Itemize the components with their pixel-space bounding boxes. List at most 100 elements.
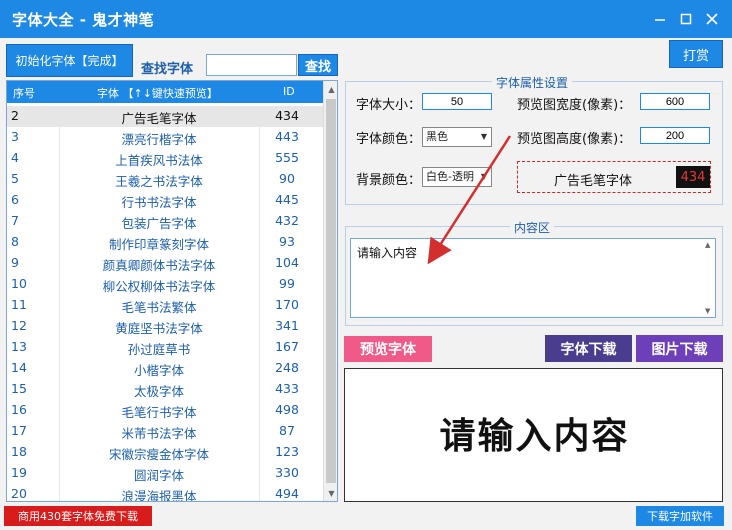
scroll-thumb[interactable]	[326, 99, 336, 483]
title-bar: 字体大全 - 鬼才神笔	[0, 0, 732, 38]
table-row[interactable]: 19 圆润字体 330	[7, 463, 323, 484]
table-row[interactable]: 13 孙过庭草书 167	[7, 337, 323, 358]
font-size-label: 字体大小：	[356, 98, 422, 113]
promo-download-button[interactable]: 商用430套字体免费下载	[4, 506, 152, 526]
preview-width-input[interactable]	[640, 93, 710, 110]
table-row[interactable]: 18 宋徽宗瘦金体字体 123	[7, 442, 323, 463]
content-text: 请输入内容	[357, 246, 418, 260]
row-index: 11	[11, 297, 27, 312]
row-font-name: 太极字体	[133, 384, 184, 399]
font-color-select[interactable]: 黑色 ▼	[422, 127, 492, 147]
row-font-name: 黄庭坚书法字体	[115, 321, 203, 336]
table-row[interactable]: 6 行书书法字体 445	[7, 190, 323, 211]
list-scrollbar[interactable]: ▲ ▼	[323, 81, 337, 501]
search-input[interactable]	[206, 54, 297, 76]
preview-height-input[interactable]	[640, 127, 710, 144]
row-font-name: 包装广告字体	[121, 216, 197, 231]
row-font-id: 167	[275, 339, 299, 354]
content-textarea[interactable]: 请输入内容 ▲ ▼	[350, 238, 716, 318]
search-button[interactable]: 查找	[298, 54, 338, 76]
scroll-up-icon[interactable]: ▲	[705, 241, 710, 249]
row-font-id: 99	[279, 276, 295, 291]
row-font-name: 孙过庭草书	[127, 342, 191, 357]
row-font-name: 颜真卿颜体书法字体	[102, 258, 216, 273]
row-font-name: 圆润字体	[133, 468, 184, 483]
table-row[interactable]: 10 柳公权柳体书法字体 99	[7, 274, 323, 295]
content-group-title: 内容区	[510, 219, 555, 236]
row-index: 9	[11, 255, 19, 270]
font-size-input[interactable]	[422, 93, 492, 110]
row-font-id: 434	[275, 108, 299, 123]
font-color-value: 黑色	[426, 130, 448, 143]
bg-color-select[interactable]: 白色-透明 ▼	[422, 167, 492, 187]
row-font-name: 上首疾风书法体	[115, 153, 203, 168]
content-scrollbar[interactable]: ▲ ▼	[703, 239, 715, 317]
row-font-name: 王羲之书法字体	[115, 174, 203, 189]
search-label: 查找字体	[141, 62, 194, 77]
table-row[interactable]: 17 米芾书法字体 87	[7, 421, 323, 442]
table-row[interactable]: 2 广告毛笔字体 434	[7, 106, 323, 127]
row-font-id: 123	[275, 444, 299, 459]
row-font-id: 341	[275, 318, 299, 333]
row-index: 14	[11, 360, 27, 375]
table-row[interactable]: 7 包装广告字体 432	[7, 211, 323, 232]
reward-button[interactable]: 打赏	[669, 40, 723, 68]
table-row[interactable]: 9 颜真卿颜体书法字体 104	[7, 253, 323, 274]
bg-color-label: 背景颜色：	[356, 173, 422, 188]
table-row[interactable]: 4 上首疾风书法体 555	[7, 148, 323, 169]
properties-group-title: 字体属性设置	[492, 74, 573, 91]
row-font-id: 87	[279, 423, 295, 438]
font-name-preview: 广告毛笔字体 434	[517, 161, 711, 193]
font-color-label: 字体颜色：	[356, 132, 422, 147]
bg-color-value: 白色-透明	[426, 170, 474, 183]
table-row[interactable]: 20 浪漫海报黑体 494	[7, 484, 323, 502]
row-index: 5	[11, 171, 19, 186]
row-index: 16	[11, 402, 27, 417]
row-font-name: 毛笔书法繁体	[121, 300, 197, 315]
preview-font-button[interactable]: 预览字体	[344, 336, 432, 362]
table-row[interactable]: 3 漂亮行楷字体 443	[7, 127, 323, 148]
row-index: 15	[11, 381, 27, 396]
table-row[interactable]: 15 太极字体 433	[7, 379, 323, 400]
download-software-button[interactable]: 下载字加软件	[636, 506, 724, 526]
table-row[interactable]: 14 小楷字体 248	[7, 358, 323, 379]
chevron-down-icon: ▼	[477, 168, 491, 186]
header-font[interactable]: 字体 【↑↓键快速预览】	[97, 85, 218, 101]
table-row[interactable]: 5 王羲之书法字体 90	[7, 169, 323, 190]
font-list: 2 广告毛笔字体 434 3 漂亮行楷字体 443 4 上首疾风书法体 555 5 王羲之书法字体 9…	[7, 106, 323, 502]
init-fonts-button[interactable]: 初始化字体【完成】	[6, 44, 133, 77]
row-font-name: 浪漫海报黑体	[121, 489, 197, 502]
header-index[interactable]: 序号	[13, 85, 35, 101]
font-list-table: 序号 字体 【↑↓键快速预览】 ID 2 广告毛笔字体 434 3 漂亮行楷字体 443 4…	[6, 80, 338, 502]
maximize-button[interactable]	[676, 9, 696, 29]
preview-font-id: 434	[676, 166, 710, 188]
row-index: 18	[11, 444, 27, 459]
image-download-button[interactable]: 图片下载	[636, 335, 723, 362]
close-button[interactable]	[702, 9, 722, 29]
table-row[interactable]: 12 黄庭坚书法字体 341	[7, 316, 323, 337]
row-font-id: 498	[275, 402, 299, 417]
scroll-down-icon[interactable]: ▼	[324, 485, 337, 501]
scroll-up-icon[interactable]: ▲	[324, 81, 337, 97]
table-row[interactable]: 8 制作印章篆刻字体 93	[7, 232, 323, 253]
row-index: 10	[11, 276, 27, 291]
table-row[interactable]: 11 毛笔书法繁体 170	[7, 295, 323, 316]
scroll-down-icon[interactable]: ▼	[705, 307, 710, 315]
row-font-id: 170	[275, 297, 299, 312]
row-font-id: 494	[275, 486, 299, 501]
font-download-button[interactable]: 字体下载	[545, 335, 632, 362]
maximize-icon	[680, 13, 692, 25]
row-font-id: 104	[275, 255, 299, 270]
row-font-name: 制作印章篆刻字体	[108, 237, 209, 252]
table-row[interactable]: 16 毛笔行书字体 498	[7, 400, 323, 421]
row-font-id: 555	[275, 150, 299, 165]
minimize-icon	[655, 19, 665, 21]
row-index: 8	[11, 234, 19, 249]
header-id[interactable]: ID	[283, 85, 295, 98]
row-index: 7	[11, 213, 19, 228]
minimize-button[interactable]	[650, 9, 670, 29]
row-font-name: 漂亮行楷字体	[121, 132, 197, 147]
row-font-name: 柳公权柳体书法字体	[102, 279, 216, 294]
row-index: 4	[11, 150, 19, 165]
row-font-id: 443	[275, 129, 299, 144]
